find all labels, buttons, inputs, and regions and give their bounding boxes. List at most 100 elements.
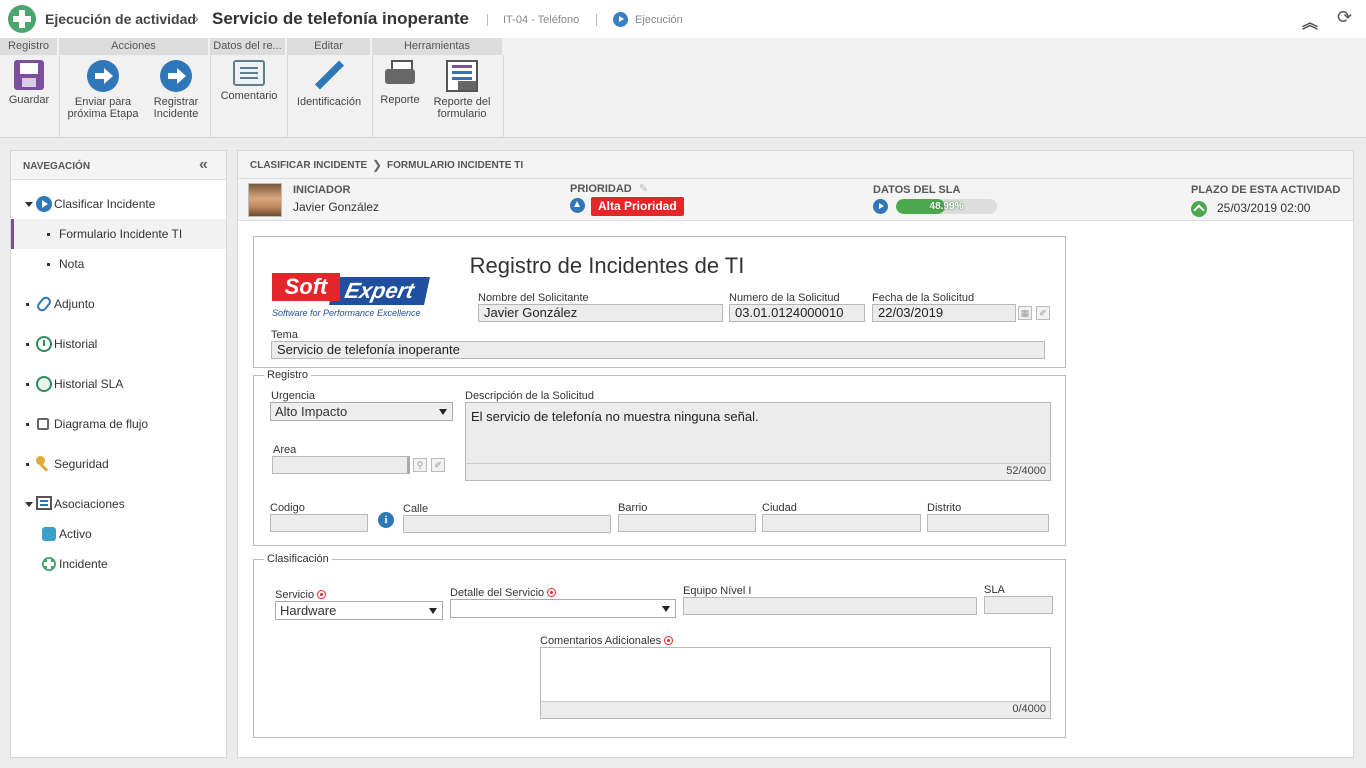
neighborhood-field[interactable] — [618, 514, 756, 532]
city-field[interactable] — [762, 514, 921, 532]
clear-eraser-icon[interactable]: ✐ — [1036, 306, 1050, 320]
expand-caret-icon[interactable] — [25, 202, 33, 207]
nav-item-historial[interactable]: Historial — [11, 329, 226, 359]
breadcrumb-activity[interactable]: Ejecución de actividad — [45, 11, 196, 27]
register-label-line1: Registrar — [153, 96, 199, 108]
nav-item-formulario-incidente[interactable]: Formulario Incidente TI — [11, 219, 226, 249]
urgency-select[interactable]: Alto Impacto — [270, 402, 453, 421]
clear-eraser-icon[interactable]: ✐ — [431, 458, 445, 472]
navigation-header: NAVEGACIÓN « — [11, 151, 226, 180]
street-field[interactable] — [403, 515, 611, 533]
status-text: Ejecución — [635, 14, 683, 26]
send-next-step-button[interactable]: Enviar para próxima Etapa — [64, 60, 142, 120]
deadline-label: PLAZO DE ESTA ACTIVIDAD — [1191, 184, 1341, 196]
comment-button[interactable]: Comentario — [213, 60, 285, 102]
logo-part-soft: Soft — [272, 273, 340, 301]
divider — [59, 55, 60, 137]
description-textarea[interactable]: El servicio de telefonía no muestra ning… — [465, 402, 1051, 481]
status-play-icon — [613, 12, 628, 27]
comments-label: Comentarios Adicionales — [540, 635, 674, 647]
required-icon — [547, 588, 557, 597]
nav-item-activo[interactable]: Activo — [11, 519, 226, 549]
topic-field[interactable]: Servicio de telefonía inoperante — [271, 341, 1045, 359]
collapse-up-icon[interactable]: ︽ — [1302, 9, 1318, 33]
report-button[interactable]: Reporte — [376, 60, 424, 106]
nav-item-adjunto[interactable]: Adjunto — [11, 289, 226, 319]
divider — [466, 463, 1050, 464]
initiator-label: INICIADOR — [293, 184, 351, 196]
code-field[interactable] — [270, 514, 368, 532]
arrow-right-icon — [160, 60, 192, 92]
edit-pencil-icon[interactable]: ✎ — [639, 182, 648, 195]
request-number-field[interactable]: 03.01.0124000010 — [729, 304, 865, 322]
sla-progress-text: 48.99% — [929, 201, 964, 212]
comments-textarea[interactable]: 0/4000 — [540, 647, 1051, 719]
sla-progress-bar: 48.99% — [896, 199, 997, 214]
service-select[interactable]: Hardware — [275, 601, 443, 620]
nav-item-seguridad[interactable]: Seguridad — [11, 449, 226, 479]
breadcrumb-clasificar[interactable]: CLASIFICAR INCIDENTE — [250, 160, 367, 171]
dropdown-caret-icon — [439, 409, 447, 415]
refresh-icon[interactable]: ⟳ — [1337, 7, 1352, 28]
play-circle-icon[interactable] — [873, 199, 888, 214]
priority-badge: Alta Prioridad — [591, 197, 684, 216]
nav-item-label: Diagrama de flujo — [54, 417, 149, 431]
required-icon — [317, 590, 327, 599]
priority-label: PRIORIDAD — [570, 183, 632, 195]
nav-item-label: Nota — [59, 257, 85, 271]
comments-label-text: Comentarios Adicionales — [540, 635, 662, 647]
registro-legend: Registro — [264, 369, 311, 381]
search-icon[interactable]: ⚲ — [413, 458, 427, 472]
requester-field[interactable]: Javier González — [478, 304, 723, 322]
service-detail-select[interactable] — [450, 599, 676, 618]
form-report-label-line2: formulario — [437, 108, 487, 120]
expand-caret-icon[interactable] — [25, 502, 33, 507]
comments-footer: 0/4000 — [541, 701, 1050, 718]
save-button[interactable]: Guardar — [4, 60, 54, 106]
bullet — [26, 343, 29, 346]
nav-item-clasificar-incidente[interactable]: Clasificar Incidente — [11, 189, 226, 219]
divider — [210, 55, 211, 137]
request-date-field[interactable]: 22/03/2019 — [872, 304, 1016, 322]
nav-item-label: Asociaciones — [54, 497, 125, 511]
street-label: Calle — [403, 503, 429, 515]
request-number-label: Numero de la Solicitud — [729, 292, 840, 304]
identification-button[interactable]: Identificación — [290, 60, 368, 108]
info-icon[interactable]: i — [378, 512, 394, 528]
ribbon-group-editar: Editar — [287, 38, 372, 55]
comment-label: Comentario — [220, 90, 278, 102]
collapse-left-icon[interactable]: « — [199, 156, 208, 174]
asset-icon — [42, 527, 56, 541]
softexpert-logo: Expert Soft Software for Performance Exc… — [272, 273, 432, 319]
register-incident-button[interactable]: Registrar Incidente — [146, 60, 206, 120]
comment-icon — [233, 60, 265, 86]
clasificacion-legend: Clasificación — [264, 553, 332, 565]
nav-item-label: Historial — [54, 337, 98, 351]
description-label: Descripción de la Solicitud — [465, 390, 595, 402]
navigation-title: NAVEGACIÓN — [23, 161, 91, 172]
district-field[interactable] — [927, 514, 1049, 532]
dropdown-caret-icon — [429, 608, 437, 614]
form-report-button[interactable]: Reporte del formulario — [428, 60, 496, 120]
nav-item-asociaciones[interactable]: Asociaciones — [11, 489, 226, 519]
breadcrumb-formulario: FORMULARIO INCIDENTE TI — [387, 160, 524, 171]
form-report-label-line1: Reporte del — [433, 96, 491, 108]
nav-item-diagrama-flujo[interactable]: Diagrama de flujo — [11, 409, 226, 439]
nav-item-label: Historial SLA — [54, 377, 124, 391]
sla-field[interactable] — [984, 596, 1053, 614]
area-field[interactable] — [272, 456, 410, 474]
nav-item-nota[interactable]: Nota — [11, 249, 226, 279]
key-icon — [36, 456, 52, 472]
description-counter: 52/4000 — [1006, 465, 1046, 477]
neighborhood-label: Barrio — [618, 502, 648, 514]
ribbon-toolbar: Registro Acciones Datos del re... Editar… — [0, 38, 1366, 166]
nav-item-historial-sla[interactable]: Historial SLA — [11, 369, 226, 399]
nav-item-incidente[interactable]: Incidente — [11, 549, 226, 579]
team-field[interactable] — [683, 597, 977, 615]
printer-icon — [384, 60, 416, 90]
initiator-name: Javier González — [293, 200, 380, 214]
calendar-icon[interactable]: ▦ — [1018, 306, 1032, 320]
chevron-right-icon: ❯ — [372, 158, 383, 172]
divider — [503, 55, 504, 137]
divider — [287, 55, 288, 137]
